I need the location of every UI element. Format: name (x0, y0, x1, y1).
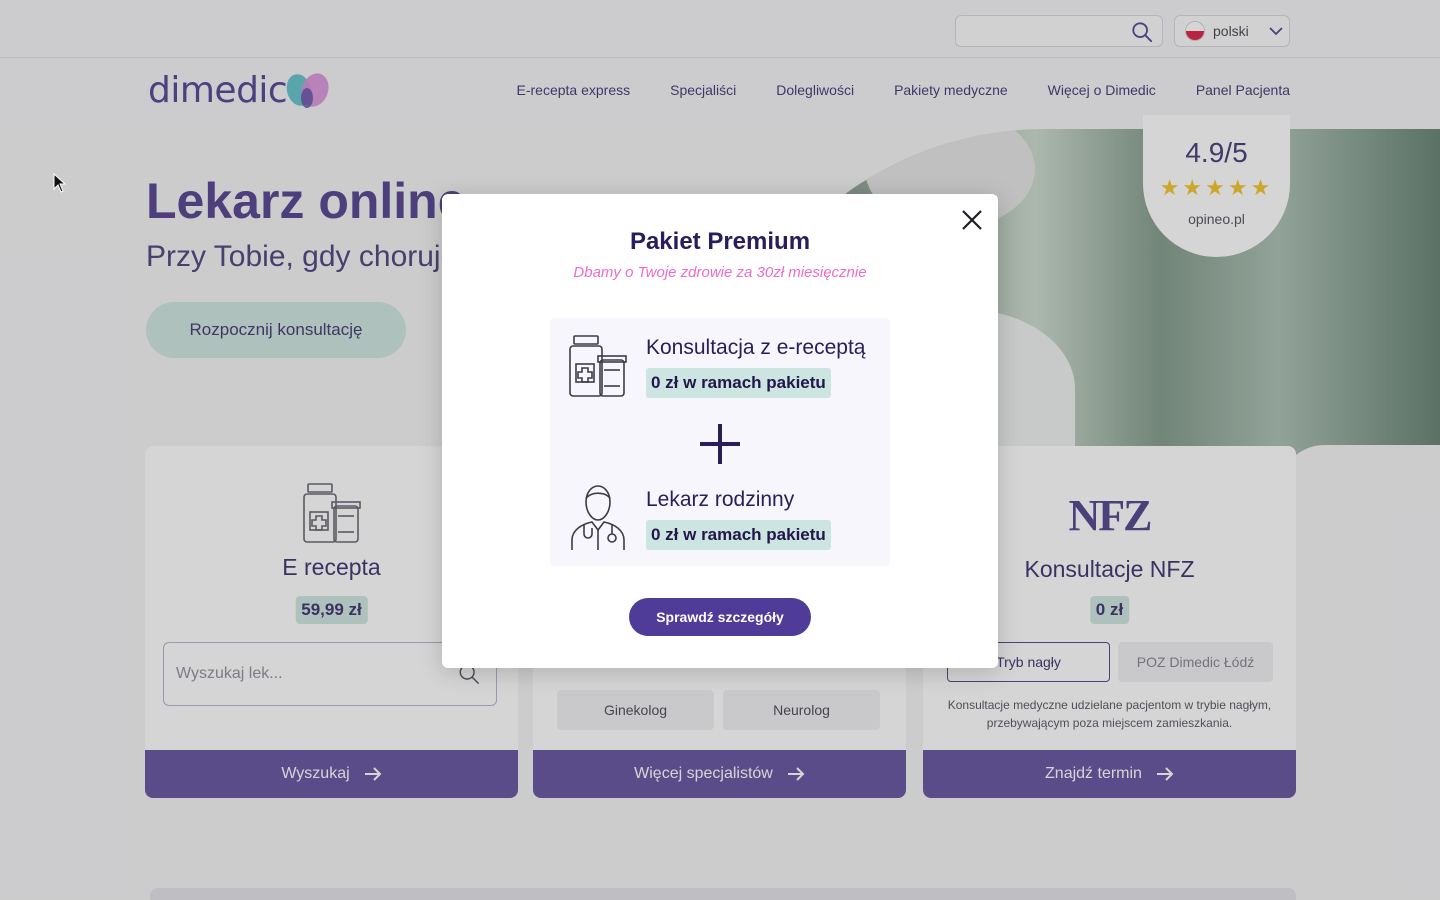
package-contents: Konsultacja z e-receptą 0 zł w ramach pa… (550, 318, 890, 566)
modal-title: Pakiet Premium (629, 228, 811, 255)
plus-icon (700, 424, 740, 464)
package-item-badge: 0 zł w ramach pakietu (646, 368, 831, 398)
premium-package-modal: Pakiet Premium Dbamy o Twoje zdrowie za … (442, 194, 998, 668)
check-details-button[interactable]: Sprawdź szczegóły (629, 598, 811, 636)
package-item-title: Konsultacja z e-receptą (646, 336, 866, 359)
modal-subtitle: Dbamy o Twoje zdrowie za 30zł miesięczni… (573, 264, 867, 281)
package-item-badge: 0 zł w ramach pakietu (646, 520, 831, 550)
mouse-cursor-icon (53, 173, 67, 193)
doctor-icon (571, 485, 625, 550)
medicine-bottles-icon (569, 335, 627, 397)
package-item-title: Lekarz rodzinny (646, 488, 795, 511)
